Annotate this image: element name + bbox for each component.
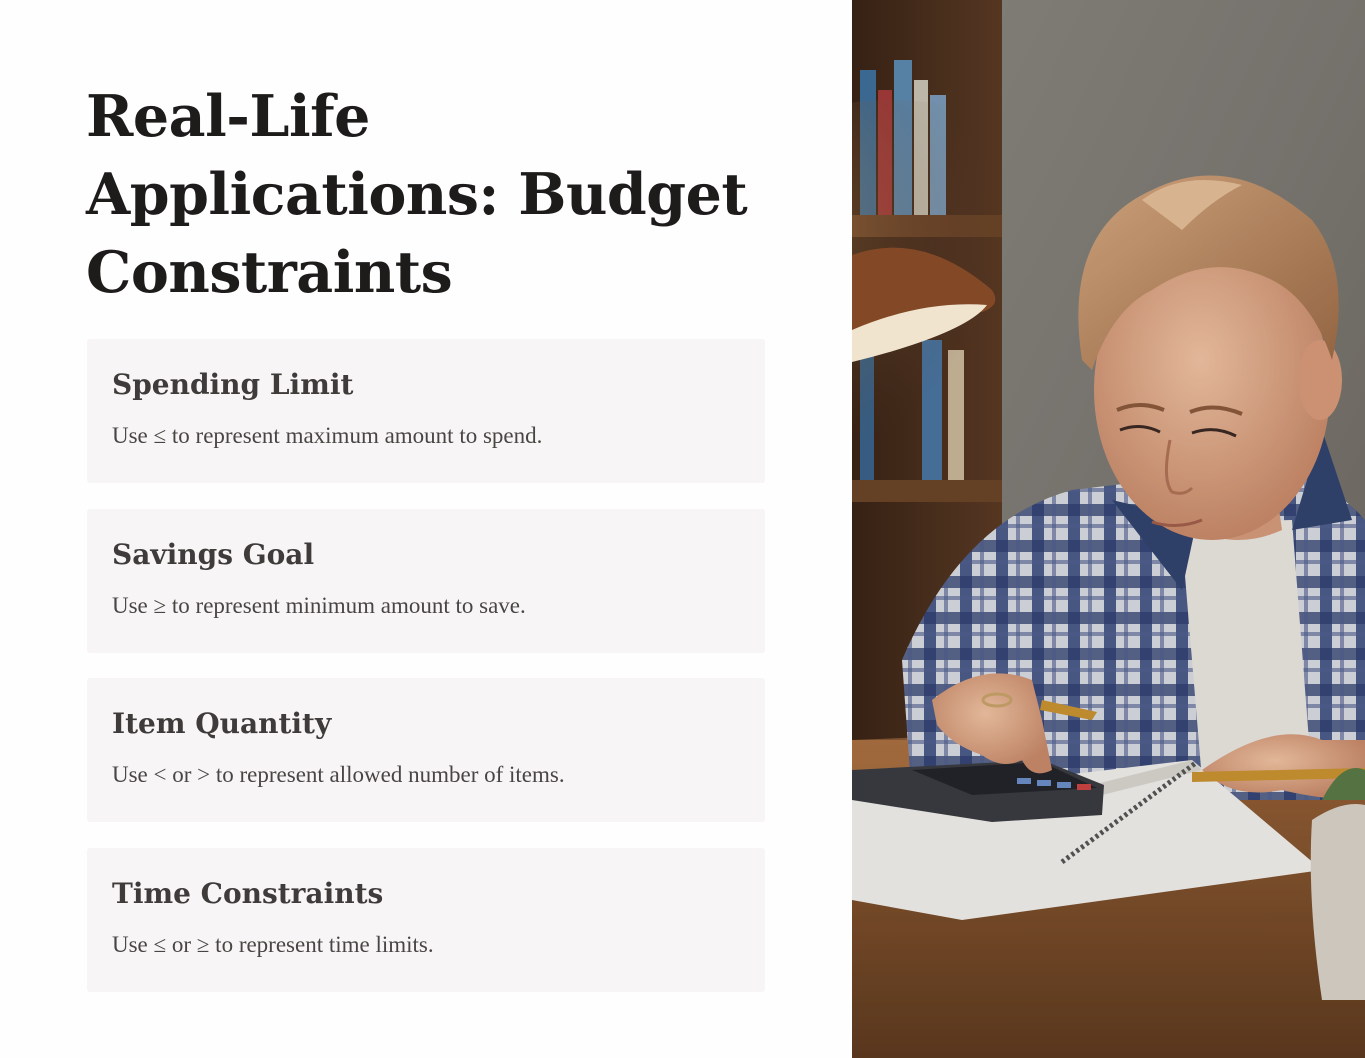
student-photo — [852, 0, 1365, 1058]
slide: Real-Life Applications: Budget Constrain… — [0, 0, 1365, 1058]
card-spending-limit: Spending Limit Use ≤ to represent maximu… — [87, 339, 765, 483]
content-panel: Real-Life Applications: Budget Constrain… — [0, 0, 852, 1058]
page-title: Real-Life Applications: Budget Constrain… — [86, 83, 748, 306]
card-description: Use ≤ to represent maximum amount to spe… — [112, 423, 543, 448]
card-description: Use < or > to represent allowed number o… — [112, 762, 565, 787]
card-heading: Spending Limit — [112, 368, 354, 401]
card-time-constraints: Time Constraints Use ≤ or ≥ to represent… — [87, 848, 765, 992]
card-description: Use ≤ or ≥ to represent time limits. — [112, 932, 434, 957]
card-savings-goal: Savings Goal Use ≥ to represent minimum … — [87, 509, 765, 653]
card-description: Use ≥ to represent minimum amount to sav… — [112, 593, 526, 618]
card-heading: Savings Goal — [112, 538, 315, 571]
card-item-quantity: Item Quantity Use < or > to represent al… — [87, 678, 765, 822]
card-heading: Time Constraints — [112, 877, 384, 910]
student-with-calculator-illustration — [852, 0, 1365, 1058]
card-heading: Item Quantity — [112, 707, 332, 740]
